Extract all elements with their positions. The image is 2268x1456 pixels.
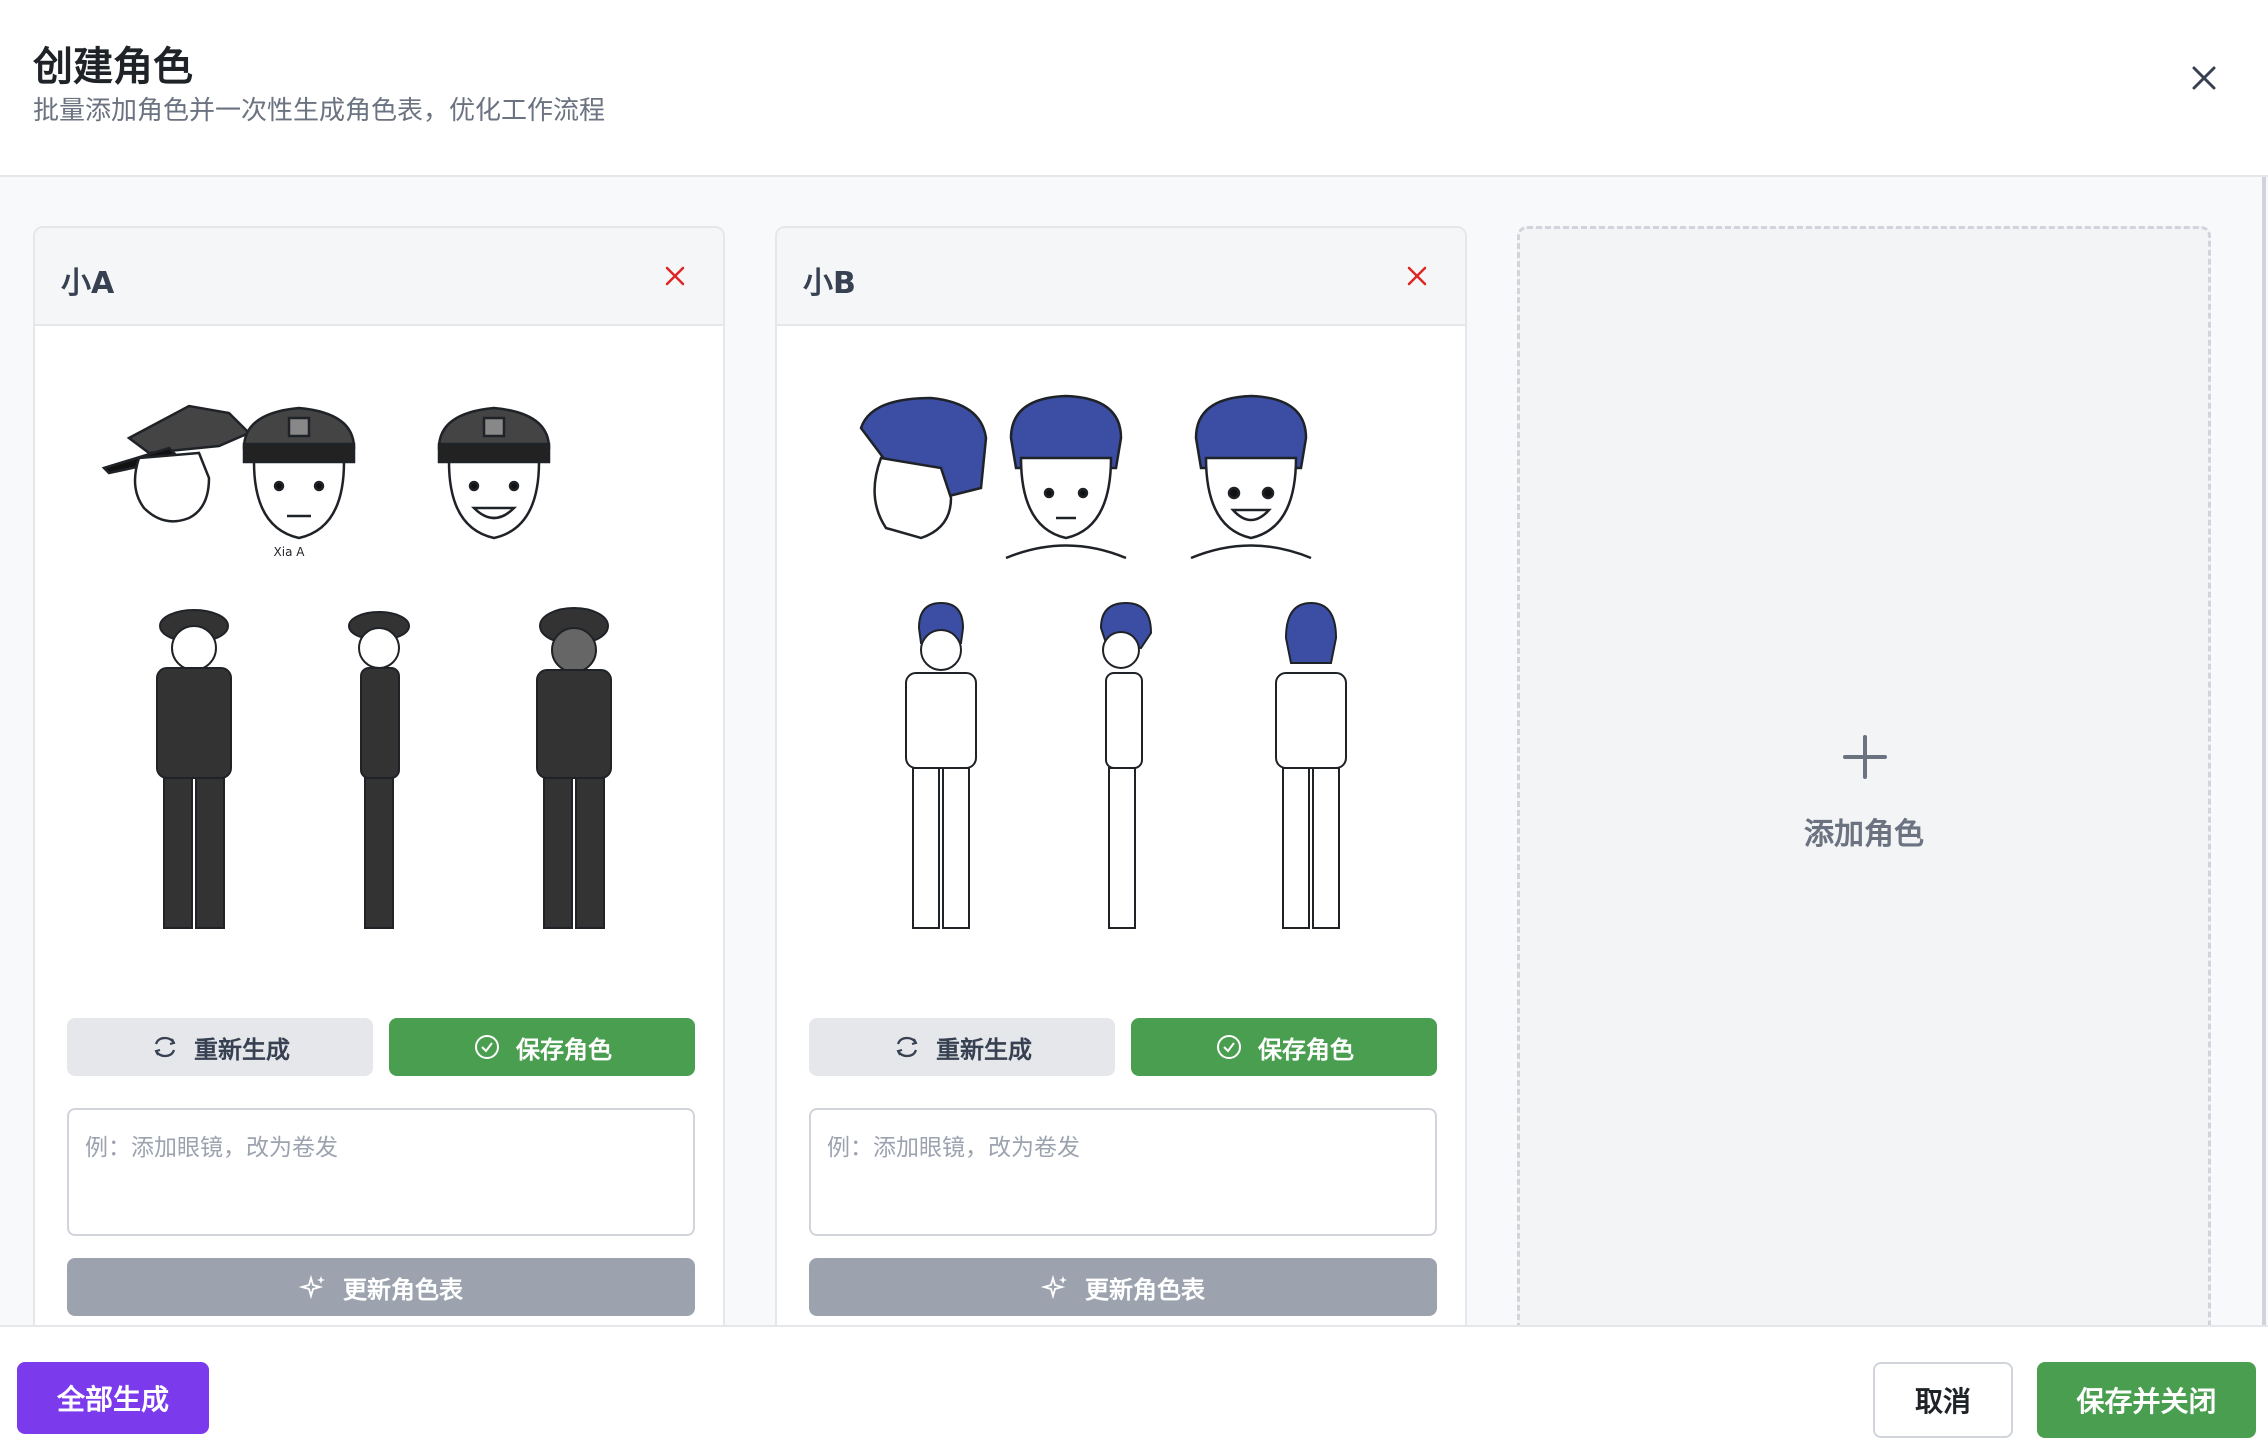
sparkles-icon: [299, 1274, 325, 1300]
plus-icon: [1837, 729, 1893, 785]
check-circle-icon: [475, 1035, 499, 1059]
add-character-card[interactable]: 添加角色: [1517, 226, 2211, 1325]
save-character-label: 保存角色: [1258, 1035, 1354, 1064]
check-circle-icon: [1217, 1035, 1241, 1059]
character-name: 小A: [61, 266, 115, 301]
dialog-subtitle: 批量添加角色并一次性生成角色表，优化工作流程: [33, 96, 606, 126]
generate-all-button[interactable]: 全部生成: [17, 1362, 209, 1434]
save-character-button[interactable]: 保存角色: [1131, 1018, 1437, 1076]
refresh-icon: [896, 1036, 918, 1058]
sparkles-icon: [1041, 1274, 1067, 1300]
dialog-footer: 全部生成 取消 保存并关闭: [0, 1325, 2268, 1456]
remove-character-icon[interactable]: [1403, 262, 1431, 290]
edit-prompt-input[interactable]: [67, 1108, 695, 1236]
dialog-body[interactable]: 小A Xia A 重新生成 保存角色 例：添加眼镜，改为卷发 更新角色表 小B …: [0, 177, 2268, 1325]
card-header: 小B: [777, 228, 1465, 326]
character-sheet-image: [811, 358, 1433, 958]
character-sheet-image: Xia A: [69, 358, 691, 958]
update-sheet-label: 更新角色表: [343, 1275, 463, 1304]
dialog-title: 创建角色: [33, 44, 193, 90]
save-and-close-button[interactable]: 保存并关闭: [2037, 1362, 2256, 1438]
edit-prompt-input[interactable]: [809, 1108, 1437, 1236]
dialog-header: 创建角色 批量添加角色并一次性生成角色表，优化工作流程: [0, 0, 2268, 177]
save-character-label: 保存角色: [516, 1035, 612, 1064]
update-sheet-button[interactable]: 更新角色表: [809, 1258, 1437, 1316]
update-sheet-button[interactable]: 更新角色表: [67, 1258, 695, 1316]
regenerate-label: 重新生成: [194, 1035, 290, 1064]
remove-character-icon[interactable]: [661, 262, 689, 290]
character-card-b: 小B 重新生成 保存角色 例：添加眼镜，改为卷发 更新角色表: [775, 226, 1467, 1325]
update-sheet-label: 更新角色表: [1085, 1275, 1205, 1304]
save-character-button[interactable]: 保存角色: [389, 1018, 695, 1076]
scrollbar[interactable]: [2262, 177, 2266, 1325]
add-character-label: 添加角色: [1804, 817, 1924, 852]
character-name: 小B: [803, 266, 856, 301]
sheet-caption: Xia A: [274, 545, 306, 559]
close-icon[interactable]: [2182, 56, 2226, 100]
regenerate-label: 重新生成: [936, 1035, 1032, 1064]
regenerate-button[interactable]: 重新生成: [67, 1018, 373, 1076]
character-card-a: 小A Xia A 重新生成 保存角色 例：添加眼镜，改为卷发 更新角色表: [33, 226, 725, 1325]
cancel-button[interactable]: 取消: [1873, 1362, 2013, 1438]
regenerate-button[interactable]: 重新生成: [809, 1018, 1115, 1076]
card-header: 小A: [35, 228, 723, 326]
refresh-icon: [154, 1036, 176, 1058]
